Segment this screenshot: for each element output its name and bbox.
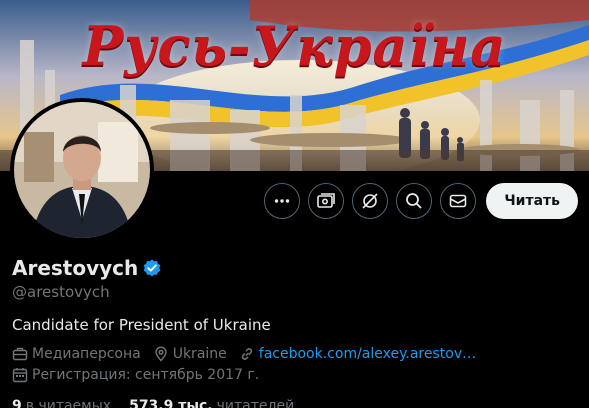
banner-title: Русь-Україна [82, 14, 507, 78]
search-button[interactable] [396, 183, 433, 219]
followers-count: 573,9 тыс. [129, 398, 213, 408]
join-date: Регистрация: сентябрь 2017 г. [12, 367, 259, 383]
avatar[interactable] [10, 98, 154, 242]
name-row: Arestovych [12, 256, 162, 280]
briefcase-icon [12, 347, 28, 361]
bio: Candidate for President of Ukraine [12, 316, 271, 334]
website-link[interactable]: facebook.com/alexey.arestov… [259, 346, 476, 362]
more-icon [275, 199, 290, 203]
website: facebook.com/alexey.arestov… [239, 346, 476, 362]
location-pin-icon [155, 346, 167, 362]
following-count: 9 [12, 398, 22, 408]
profile-actions: Читать [264, 183, 578, 219]
join-date-label: Регистрация: сентябрь 2017 г. [32, 367, 260, 383]
subscribe-icon [317, 193, 336, 208]
more-button[interactable] [264, 183, 301, 219]
category-label: Медиаперсона [32, 346, 141, 362]
follow-stats: 9в читаемых 573,9 тыс. читателей [12, 398, 312, 408]
location: Ukraine [153, 346, 227, 362]
follow-button[interactable]: Читать [486, 183, 578, 219]
location-label: Ukraine [172, 346, 227, 362]
verified-badge-icon[interactable] [142, 258, 162, 278]
profile-meta: Медиаперсона Ukraine facebook.com/alexey… [12, 346, 488, 362]
search-icon [406, 193, 422, 209]
calendar-icon [12, 368, 28, 383]
category: Медиаперсона [12, 346, 141, 362]
grok-button[interactable] [352, 183, 389, 219]
user-handle: @arestovych [12, 283, 110, 301]
following-label: в читаемых [25, 398, 112, 408]
envelope-icon [450, 194, 467, 208]
subscribe-button[interactable] [308, 183, 345, 219]
join-date-row: Регистрация: сентябрь 2017 г. [12, 367, 271, 383]
following-link[interactable]: 9в читаемых [12, 398, 111, 408]
link-icon [241, 348, 252, 360]
followers-label: читателей [216, 398, 295, 408]
display-name: Arestovych [12, 256, 139, 280]
avatar-photo [14, 102, 150, 238]
grok-icon [362, 193, 378, 209]
followers-link[interactable]: 573,9 тыс. читателей [129, 398, 294, 408]
message-button[interactable] [440, 183, 477, 219]
